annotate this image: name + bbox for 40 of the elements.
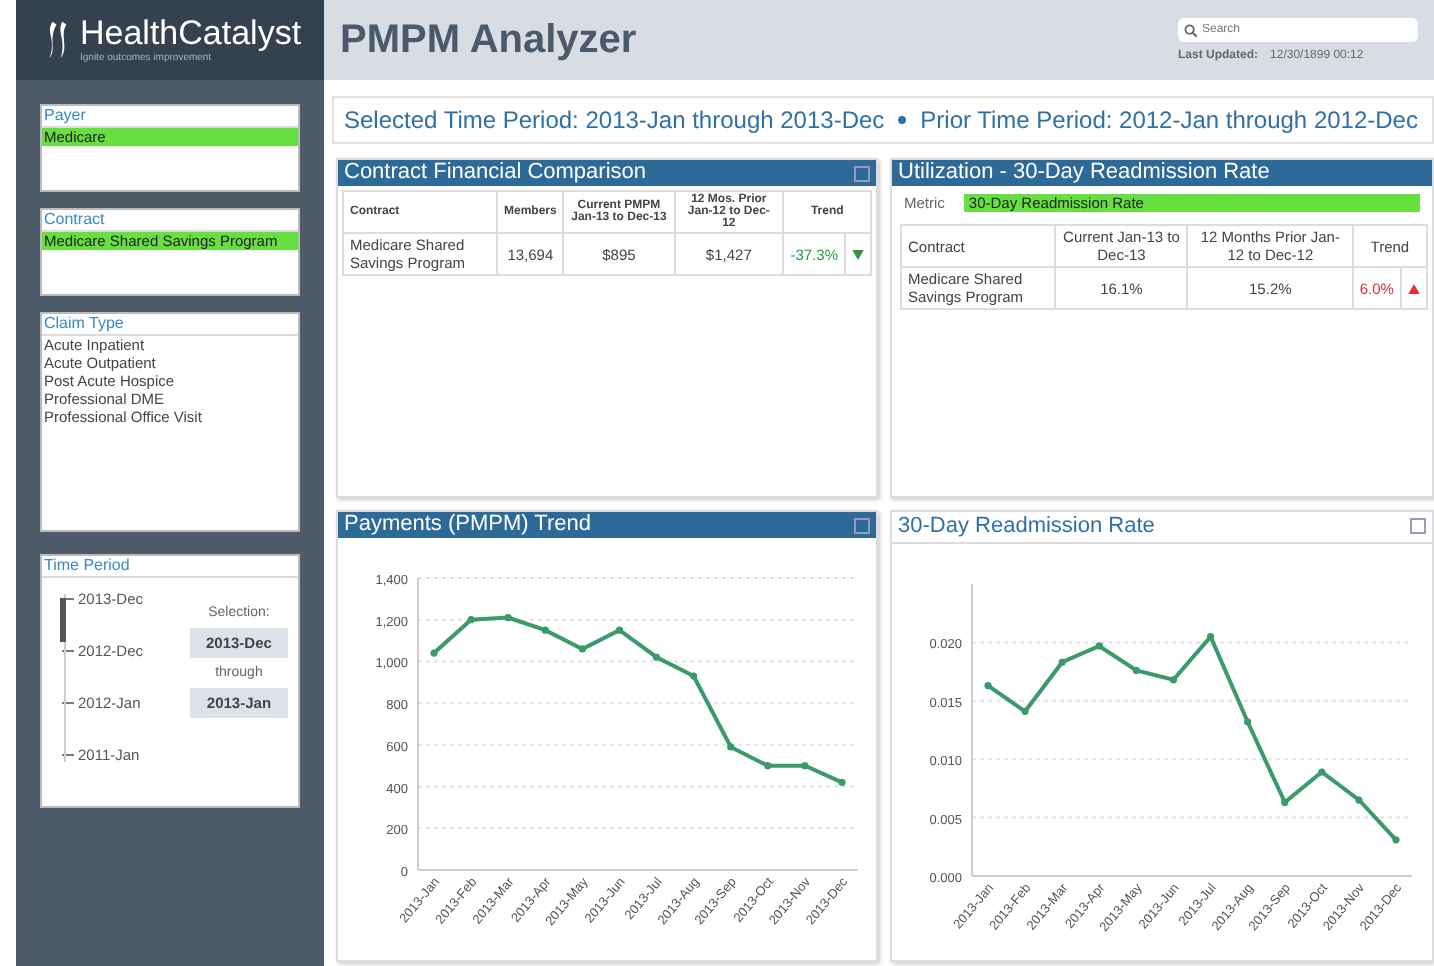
data-point <box>727 743 735 751</box>
selected-period-text: Selected Time Period: 2013-Jan through 2013-Dec <box>344 106 885 134</box>
data-point <box>690 672 698 680</box>
prior-period-text: Prior Time Period: 2012-Jan through 2012-Dec <box>920 106 1418 134</box>
chart-title: 30-Day Readmission Rate <box>898 512 1155 542</box>
data-point <box>1281 798 1289 806</box>
data-point <box>1318 768 1326 776</box>
filter-title: Claim Type <box>42 314 298 336</box>
data-point <box>764 762 772 770</box>
data-point <box>1058 658 1066 666</box>
data-point <box>1021 707 1029 715</box>
data-point <box>504 614 512 622</box>
search-icon <box>1184 23 1198 37</box>
app-title: PMPM Analyzer <box>340 17 637 63</box>
expand-icon[interactable] <box>1410 518 1426 534</box>
panel-title: Contract Financial Comparison <box>344 160 647 186</box>
brand-name: HealthCatalyst <box>80 16 302 52</box>
filter-title: Time Period <box>42 556 298 578</box>
data-point <box>430 649 438 657</box>
data-point <box>615 626 624 634</box>
data-point <box>1206 632 1215 641</box>
chart-title: Payments (PMPM) Trend <box>344 512 591 538</box>
data-point <box>838 778 846 786</box>
data-point <box>467 616 475 624</box>
data-point <box>1392 836 1400 844</box>
data-point <box>1169 676 1178 684</box>
data-point <box>801 762 809 770</box>
data-point <box>541 626 549 634</box>
expand-icon[interactable] <box>854 166 870 182</box>
range-handle[interactable] <box>60 598 66 642</box>
panel-title: Utilization - 30-Day Readmission Rate <box>898 160 1270 186</box>
expand-icon[interactable] <box>854 518 870 534</box>
data-point <box>1095 642 1103 650</box>
data-point <box>984 682 992 690</box>
data-point <box>1355 796 1363 804</box>
data-point <box>652 653 661 661</box>
data-point <box>578 645 586 653</box>
data-point <box>1244 718 1252 726</box>
separator-dot-icon <box>898 116 907 124</box>
data-point <box>1132 666 1140 675</box>
